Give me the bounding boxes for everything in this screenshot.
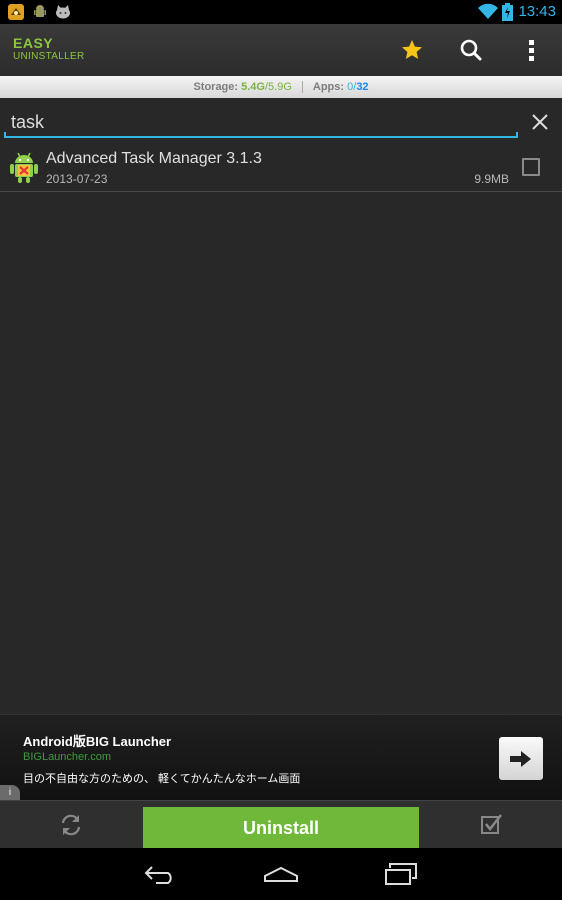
search-button[interactable] xyxy=(451,32,491,68)
main-content: Advanced Task Manager 3.1.3 2013-07-23 9… xyxy=(0,98,562,714)
wifi-icon xyxy=(478,3,498,25)
action-bar: EASY UNINSTALLER xyxy=(0,24,562,76)
battery-icon xyxy=(502,3,513,26)
overflow-menu-button[interactable] xyxy=(512,32,552,68)
close-icon xyxy=(532,114,548,130)
select-all-button[interactable] xyxy=(420,801,562,849)
arrow-right-icon xyxy=(510,750,531,767)
search-icon xyxy=(460,39,482,61)
refresh-button[interactable] xyxy=(0,801,142,849)
bottom-action-bar: Uninstall xyxy=(0,800,562,849)
android-app-icon xyxy=(8,150,40,184)
app-size: 9.9MB xyxy=(474,172,509,186)
ad-info-icon[interactable]: i xyxy=(0,785,20,801)
back-button[interactable] xyxy=(131,858,191,890)
app-install-date: 2013-07-23 xyxy=(46,172,108,186)
ad-title: Android版BIG Launcher xyxy=(23,734,172,749)
clear-search-button[interactable] xyxy=(526,108,554,136)
ad-description: 目の不自由な方のための、 軽くてかんたんなホーム画面 xyxy=(23,773,301,785)
storage-total: /5.9G xyxy=(264,81,292,93)
recent-apps-icon xyxy=(385,863,417,885)
uninstall-button[interactable]: Uninstall xyxy=(143,807,419,849)
storage-info-bar: Storage: 5.4G/5.9G Apps: 0/32 xyxy=(0,76,562,98)
favorites-button[interactable] xyxy=(392,32,432,68)
app-logo-easy: EASY xyxy=(13,35,54,51)
search-input[interactable] xyxy=(8,104,518,140)
overflow-menu-icon xyxy=(529,40,534,61)
ad-banner[interactable]: Android版BIG Launcher BIGLauncher.com 目の不… xyxy=(0,714,562,801)
navigation-bar xyxy=(0,848,562,900)
storage-used: 5.4G xyxy=(241,81,265,93)
status-bar: 13:43 xyxy=(0,0,562,24)
app-name: Advanced Task Manager 3.1.3 xyxy=(46,150,262,167)
clock-time: 13:43 xyxy=(518,3,556,20)
refresh-icon xyxy=(61,814,81,836)
search-underline xyxy=(4,132,518,138)
home-button[interactable] xyxy=(251,858,311,890)
ad-open-button[interactable] xyxy=(499,737,543,780)
app-logo-uninstaller: UNINSTALLER xyxy=(13,51,85,62)
app-list-item[interactable]: Advanced Task Manager 3.1.3 2013-07-23 9… xyxy=(0,144,562,192)
recent-apps-button[interactable] xyxy=(371,858,431,890)
apps-label: Apps: xyxy=(312,81,345,93)
back-icon xyxy=(144,866,172,884)
bird-game-icon xyxy=(8,4,24,20)
divider xyxy=(301,81,303,93)
app-select-checkbox[interactable] xyxy=(522,158,540,176)
star-icon xyxy=(402,40,422,59)
ad-url[interactable]: BIGLauncher.com xyxy=(23,751,111,763)
android-robot-icon xyxy=(32,4,48,20)
checkbox-checked-icon xyxy=(481,814,503,834)
apps-total-count: 32 xyxy=(356,81,369,93)
storage-label: Storage: xyxy=(193,81,239,93)
home-icon xyxy=(264,866,298,882)
cat-face-icon xyxy=(54,4,70,20)
